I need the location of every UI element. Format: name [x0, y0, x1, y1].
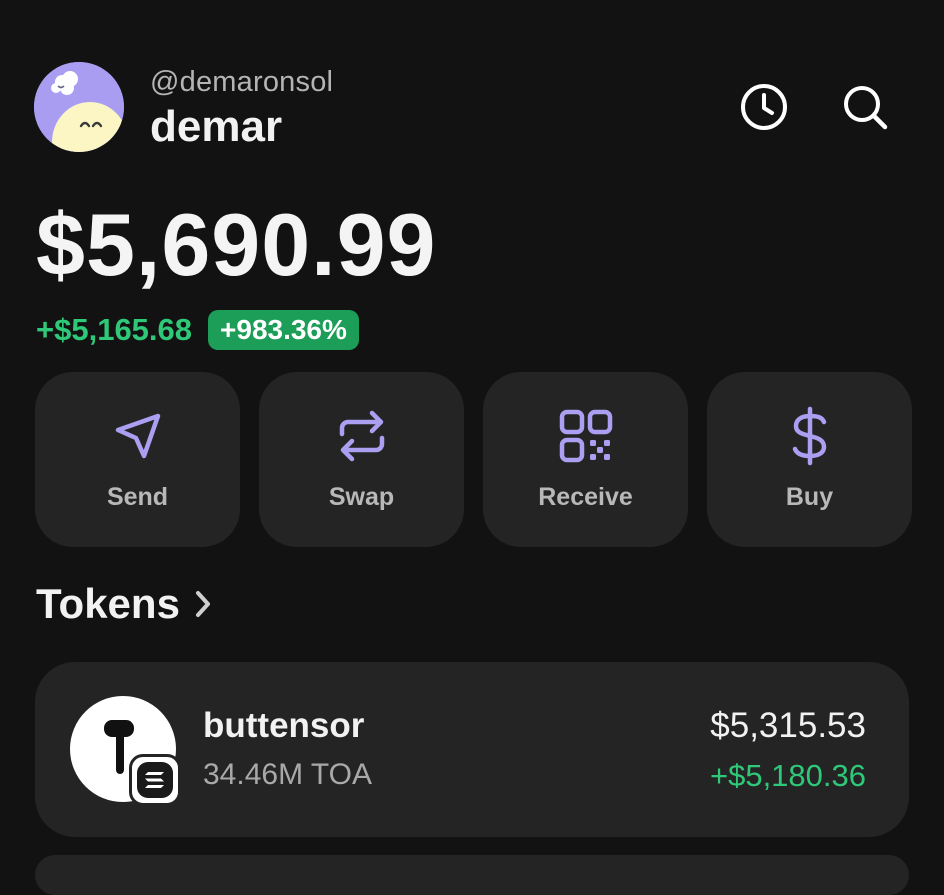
token-change: +$5,180.36	[709, 758, 866, 793]
swap-label: Swap	[328, 483, 395, 511]
dollar-icon	[707, 406, 912, 466]
avatar[interactable]	[34, 62, 124, 152]
balance-change-percent-badge: +983.36%	[208, 310, 359, 350]
buy-label: Buy	[785, 483, 834, 511]
swap-arrows-icon	[259, 408, 464, 464]
token-amount: 34.46M TOA	[203, 758, 372, 791]
receive-label: Receive	[538, 483, 633, 511]
buy-button[interactable]: Buy	[707, 372, 912, 547]
sleepy-ghost-avatar-icon	[34, 62, 124, 152]
history-button[interactable]	[737, 80, 791, 134]
account-handle: @demaronsol	[150, 66, 334, 98]
chevron-right-icon	[194, 589, 212, 619]
balance-change-row: +$5,165.68 +983.36%	[36, 308, 359, 352]
action-buttons: Send Swap Receive Buy	[35, 372, 912, 547]
send-label: Send	[106, 483, 169, 511]
token-row[interactable]	[35, 855, 909, 895]
token-row[interactable]: buttensor 34.46M TOA $5,315.53 +$5,180.3…	[35, 662, 909, 837]
token-value: $5,315.53	[710, 706, 866, 745]
clock-icon	[741, 84, 787, 130]
qr-code-icon	[483, 408, 688, 464]
balance-change-amount: +$5,165.68	[36, 312, 193, 347]
paper-plane-icon	[35, 408, 240, 464]
token-name: buttensor	[203, 706, 365, 745]
solana-icon	[129, 754, 181, 806]
tokens-section-link[interactable]: Tokens	[36, 580, 212, 628]
search-button[interactable]	[838, 80, 892, 134]
tokens-title: Tokens	[36, 580, 180, 627]
receive-button[interactable]: Receive	[483, 372, 688, 547]
swap-button[interactable]: Swap	[259, 372, 464, 547]
account-username[interactable]: demar	[150, 102, 282, 152]
total-balance: $5,690.99	[36, 195, 437, 294]
search-icon	[844, 86, 888, 130]
send-button[interactable]: Send	[35, 372, 240, 547]
